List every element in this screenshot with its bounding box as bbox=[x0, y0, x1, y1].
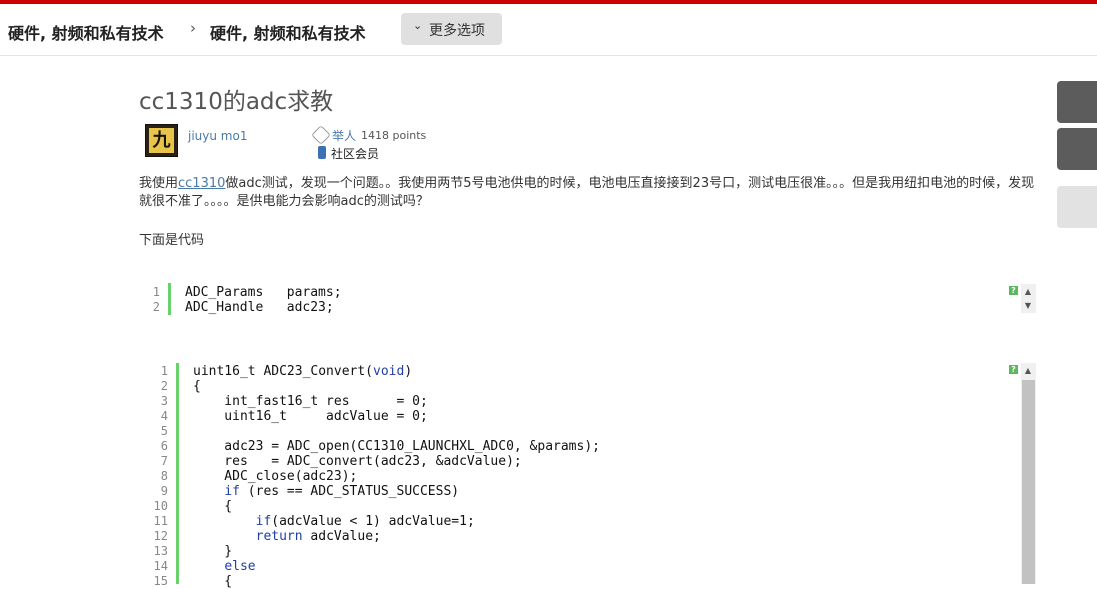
code-line: ​ bbox=[193, 424, 600, 439]
code-text: uint16_t ADC23_Convert(void){ int_fast16… bbox=[193, 364, 600, 589]
help-icon[interactable]: ? bbox=[1009, 286, 1018, 295]
code-line: int_fast16_t res = 0; bbox=[193, 394, 428, 409]
author-rank[interactable]: 举人 bbox=[332, 127, 356, 144]
code-line: { bbox=[193, 379, 201, 394]
avatar[interactable]: 九 bbox=[145, 124, 178, 157]
scrollbar-thumb[interactable] bbox=[1022, 380, 1035, 584]
help-icon[interactable]: ? bbox=[1009, 365, 1018, 374]
scroll-up-icon[interactable]: ▲ bbox=[1021, 287, 1035, 296]
code-line: adc23 = ADC_open(CC1310_LAUNCHXL_ADC0, &… bbox=[193, 439, 600, 454]
code-line: ADC_close(adc23); bbox=[193, 469, 358, 484]
code-gutter-bar bbox=[168, 283, 171, 315]
side-action-button-3[interactable] bbox=[1057, 186, 1097, 228]
avatar-glyph: 九 bbox=[149, 128, 174, 153]
code-gutter-bar bbox=[176, 363, 179, 584]
side-action-button-1[interactable] bbox=[1057, 81, 1097, 123]
post-paragraph: 我使用cc1310做adc测试，发现一个问题。。我使用两节5号电池供电的时候，电… bbox=[139, 175, 1039, 211]
chevron-down-icon: ⌄ bbox=[413, 19, 423, 32]
breadcrumb-item-2[interactable]: 硬件, 射频和私有技术 bbox=[210, 20, 366, 44]
rank-badge-icon bbox=[311, 125, 331, 145]
chevron-right-icon: › bbox=[190, 19, 196, 37]
code-line: uint16_t adcValue = 0; bbox=[193, 409, 428, 424]
member-icon bbox=[318, 146, 326, 159]
author-name[interactable]: jiuyu mo1 bbox=[188, 129, 247, 143]
code-line: if(adcValue < 1) adcValue=1; bbox=[255, 514, 475, 529]
line-numbers: 12 bbox=[152, 285, 160, 314]
code-line: if (res == ADC_STATUS_SUCCESS) bbox=[224, 484, 460, 499]
paragraph-text-end: 做adc测试，发现一个问题。。我使用两节5号电池供电的时候，电池电压直接接到23… bbox=[139, 176, 1035, 209]
page-title: cc1310的adc求教 bbox=[139, 89, 334, 115]
scroll-up-icon[interactable]: ▲ bbox=[1021, 366, 1035, 375]
breadcrumb-item-1[interactable]: 硬件, 射频和私有技术 bbox=[8, 20, 164, 44]
cc1310-link[interactable]: cc1310 bbox=[178, 176, 225, 191]
code-text: ADC_Params params; ADC_Handle adc23; bbox=[185, 285, 342, 315]
author-points: 1418 points bbox=[361, 129, 427, 142]
code-line: } bbox=[193, 544, 233, 559]
code-line: ADC_Handle adc23; bbox=[185, 300, 334, 315]
code-line: res = ADC_convert(adc23, &adcValue); bbox=[193, 454, 522, 469]
scroll-down-icon[interactable]: ▼ bbox=[1021, 301, 1035, 310]
line-numbers: 1 2 3 4 5 6 7 8 9 10 11 12 13 14 15 bbox=[153, 364, 168, 588]
code-line: { bbox=[193, 499, 233, 514]
author-role: 社区会员 bbox=[331, 147, 380, 161]
code-line: ADC_Params params; bbox=[185, 285, 342, 300]
breadcrumb: 硬件, 射频和私有技术 › 硬件, 射频和私有技术 ⌄ 更多选项 bbox=[0, 4, 1097, 56]
code-line: else bbox=[224, 559, 256, 574]
code-line: { bbox=[193, 574, 233, 589]
paragraph-text-start: 我使用 bbox=[139, 176, 179, 191]
post-paragraph-2: 下面是代码 bbox=[139, 233, 205, 248]
code-line: return adcValue; bbox=[255, 529, 381, 544]
side-action-button-2[interactable] bbox=[1057, 128, 1097, 170]
more-options-label: 更多选项 bbox=[429, 23, 485, 39]
code-line: uint16_t ADC23_Convert(void) bbox=[193, 364, 413, 379]
more-options-button[interactable]: ⌄ 更多选项 bbox=[401, 13, 502, 45]
